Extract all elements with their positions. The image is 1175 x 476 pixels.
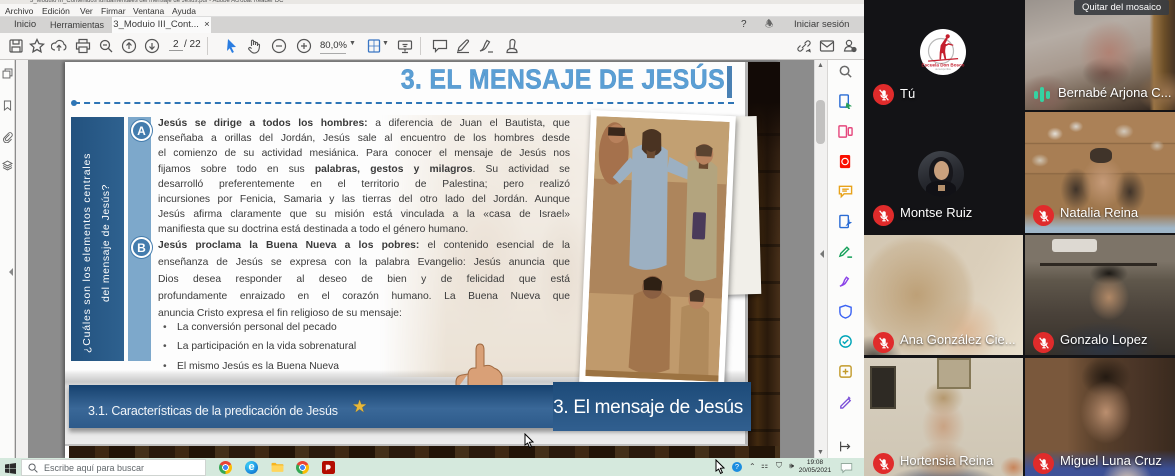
svg-text:Escuela Don Bosco: Escuela Don Bosco <box>922 63 965 68</box>
svg-text:de tiempo libre: de tiempo libre <box>935 68 951 71</box>
